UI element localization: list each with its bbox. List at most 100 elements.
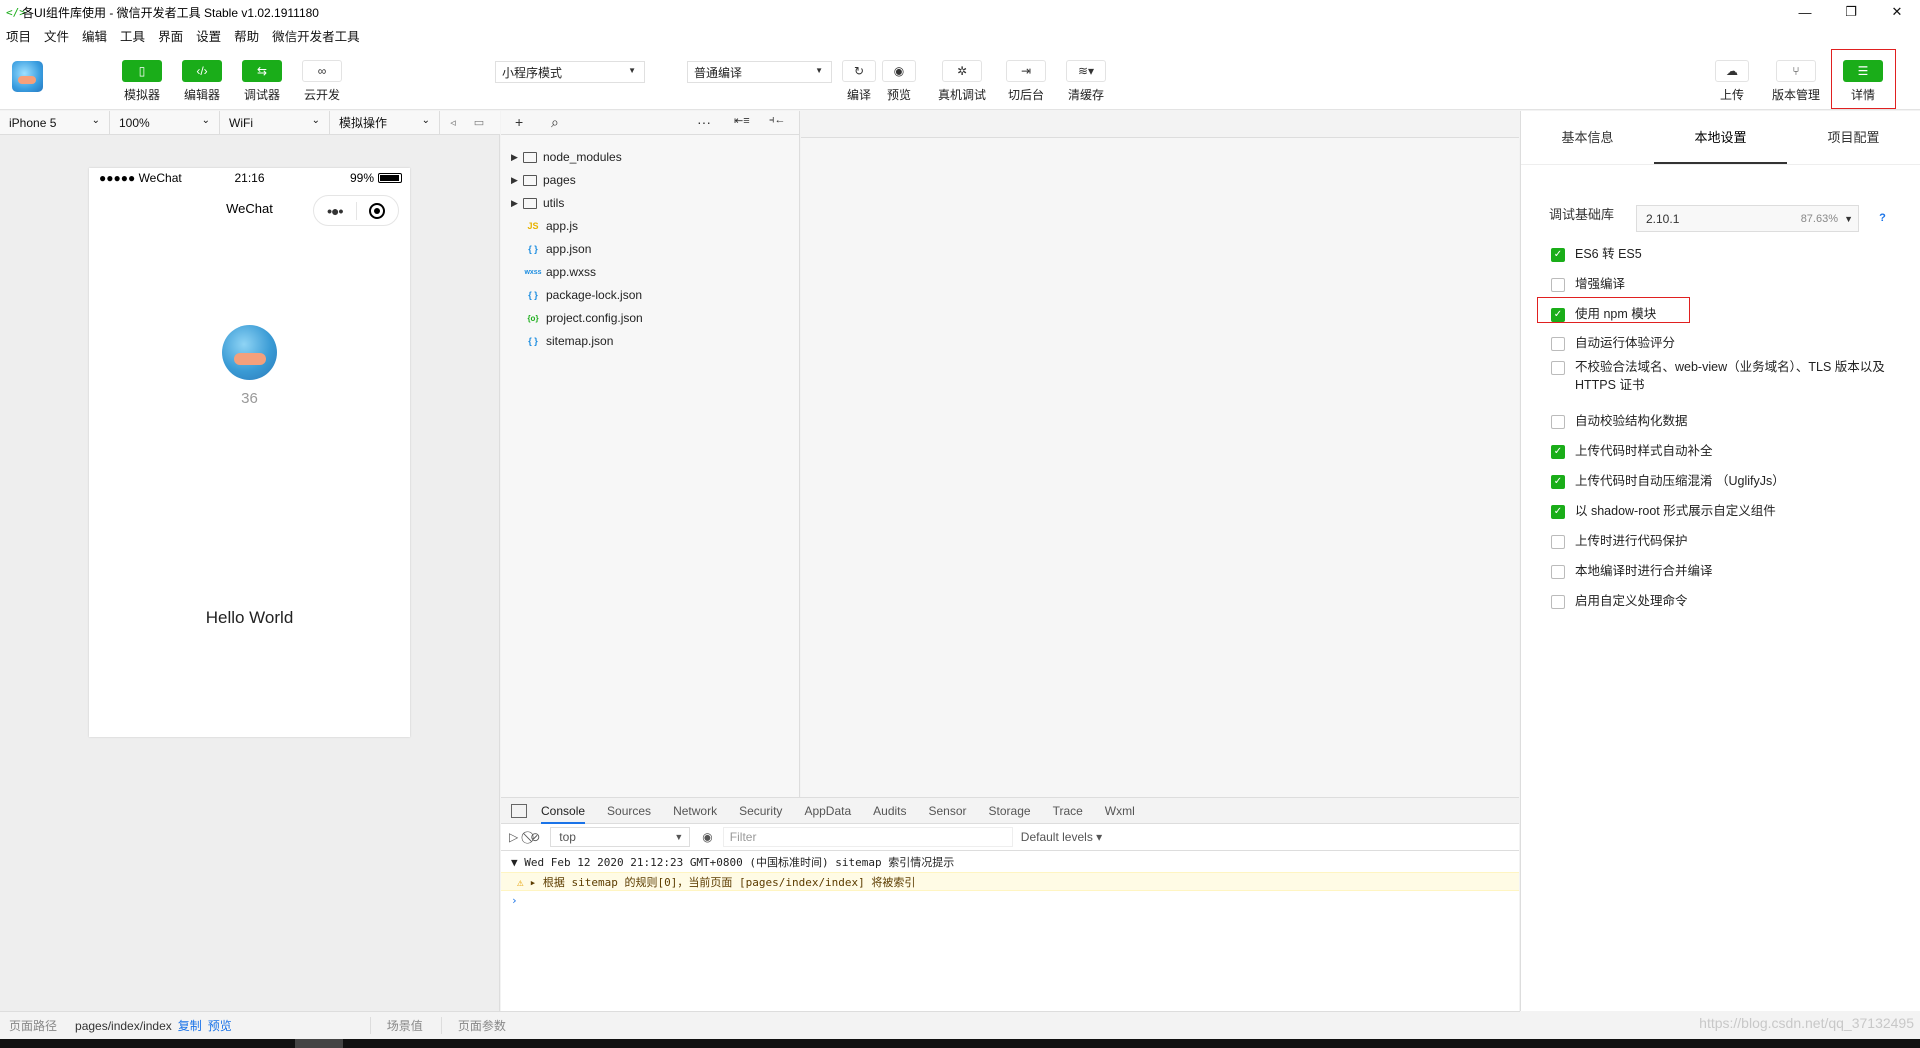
clear-cache-button[interactable]: ≋▾ 清缓存 — [1056, 60, 1116, 103]
tab-sources[interactable]: Sources — [607, 798, 651, 824]
preview-button[interactable]: ◉ 预览 — [869, 60, 929, 103]
checkbox-unchecked[interactable] — [1551, 337, 1565, 351]
tab-security[interactable]: Security — [739, 798, 782, 824]
log-levels-select[interactable]: Default levels ▾ — [1021, 830, 1102, 844]
menu-devtools[interactable]: 微信开发者工具 — [272, 26, 360, 45]
sidebar-toggle-icon[interactable]: ▷ — [509, 830, 518, 844]
checkbox-checked[interactable]: ✓ — [1551, 308, 1565, 322]
setting-option[interactable]: 上传时进行代码保护 — [1551, 532, 1891, 550]
setting-option[interactable]: ✓ 以 shadow-root 形式展示自定义组件 — [1551, 502, 1891, 520]
mute-icon[interactable]: ◃ — [440, 116, 466, 129]
console-warning[interactable]: ⚠ ▸ 根据 sitemap 的规则[0]，当前页面 [pages/index/i… — [501, 872, 1519, 891]
menu-tools[interactable]: 工具 — [120, 26, 145, 45]
more-icon[interactable]: ··· — [697, 114, 711, 130]
tree-folder-pages[interactable]: ▶ pages — [511, 170, 576, 190]
zoom-select[interactable]: 100% ⌄ — [110, 110, 220, 135]
menu-view[interactable]: 界面 — [158, 26, 183, 45]
console-filter-input[interactable]: Filter — [722, 827, 1013, 847]
tree-folder-node-modules[interactable]: ▶ node_modules — [511, 147, 622, 167]
debugger-button[interactable]: ⇆ 调试器 — [232, 60, 292, 103]
console-prompt[interactable]: › — [501, 891, 1519, 910]
device-select[interactable]: iPhone 5 ⌄ — [0, 110, 110, 135]
mode-select[interactable]: 小程序模式 ▼ — [495, 61, 645, 83]
tab-trace[interactable]: Trace — [1053, 798, 1083, 824]
setting-option[interactable]: 不校验合法域名、web-view（业务域名）、TLS 版本以及 HTTPS 证书 — [1551, 358, 1891, 394]
tab-sensor[interactable]: Sensor — [929, 798, 967, 824]
code-editor[interactable] — [801, 111, 1519, 797]
tab-project-config[interactable]: 项目配置 — [1787, 111, 1920, 164]
minimize-button[interactable]: — — [1782, 0, 1828, 24]
version-button[interactable]: ⑂ 版本管理 — [1766, 60, 1826, 103]
menu-edit[interactable]: 编辑 — [82, 26, 107, 45]
page-params-button[interactable]: 页面参数 — [440, 1017, 506, 1034]
checkbox-checked[interactable]: ✓ — [1551, 248, 1565, 262]
upload-button[interactable]: ☁ 上传 — [1702, 60, 1762, 103]
background-button[interactable]: ⇥ 切后台 — [996, 60, 1056, 103]
popout-icon[interactable]: ▭ — [466, 116, 492, 129]
tree-file-app-js[interactable]: JS app.js — [511, 216, 578, 236]
tree-file-app-json[interactable]: { } app.json — [511, 239, 591, 259]
tree-file-project-config[interactable]: {o} project.config.json — [511, 308, 642, 328]
checkbox-unchecked[interactable] — [1551, 361, 1565, 375]
base-library-select[interactable]: 2.10.1 87.63% ▼ — [1636, 205, 1859, 232]
search-icon[interactable]: ⌕ — [551, 114, 559, 131]
inspect-element-icon[interactable] — [511, 803, 527, 818]
tab-console[interactable]: Console — [541, 798, 586, 824]
tab-appdata[interactable]: AppData — [804, 798, 851, 824]
setting-option[interactable]: 自动校验结构化数据 — [1551, 412, 1891, 430]
tab-basic-info[interactable]: 基本信息 — [1521, 111, 1654, 164]
remote-debug-button[interactable]: ✲ 真机调试 — [932, 60, 992, 103]
phone-screen[interactable]: ●●●●● WeChat 21:16 99% WeChat •●• 36 Hel… — [89, 168, 410, 737]
menu-help[interactable]: 帮助 — [234, 26, 259, 45]
tab-network[interactable]: Network — [673, 798, 717, 824]
tab-wxml[interactable]: Wxml — [1105, 798, 1135, 824]
tab-local-settings[interactable]: 本地设置 — [1654, 111, 1787, 164]
context-select[interactable]: top ▼ — [550, 827, 691, 847]
checkbox-unchecked[interactable] — [1551, 535, 1565, 549]
copy-link[interactable]: 复制 — [178, 1017, 202, 1034]
checkbox-unchecked[interactable] — [1551, 595, 1565, 609]
close-button[interactable]: ✕ — [1874, 0, 1920, 24]
checkbox-checked[interactable]: ✓ — [1551, 475, 1565, 489]
compile-select[interactable]: 普通编译 ▼ — [687, 61, 832, 83]
setting-option[interactable]: 启用自定义处理命令 — [1551, 592, 1891, 610]
checkbox-unchecked[interactable] — [1551, 565, 1565, 579]
user-avatar[interactable] — [222, 325, 277, 380]
project-avatar[interactable] — [12, 61, 43, 92]
checkbox-unchecked[interactable] — [1551, 415, 1565, 429]
console-log-header[interactable]: ▼ Wed Feb 12 2020 21:12:23 GMT+0800 (中国标… — [501, 853, 1519, 872]
collapse-icon[interactable]: ⇤≡ — [734, 114, 750, 127]
checkbox-checked[interactable]: ✓ — [1551, 505, 1565, 519]
scene-value-button[interactable]: 场景值 — [369, 1017, 423, 1034]
setting-option[interactable]: ✓ 上传代码时自动压缩混淆 （UglifyJs） — [1551, 472, 1891, 490]
setting-option[interactable]: 自动运行体验评分 — [1551, 334, 1891, 352]
editor-button[interactable]: ‹/› 编辑器 — [172, 60, 232, 103]
tree-file-sitemap[interactable]: { } sitemap.json — [511, 331, 613, 351]
setting-option[interactable]: ✓ 上传代码时样式自动补全 — [1551, 442, 1891, 460]
eye-icon[interactable]: ◉ — [702, 830, 712, 844]
simulator-button[interactable]: ▯ 模拟器 — [112, 60, 172, 103]
setting-option[interactable]: 增强编译 — [1551, 275, 1891, 293]
tree-file-package-lock[interactable]: { } package-lock.json — [511, 285, 642, 305]
restore-button[interactable]: ❐ — [1828, 0, 1874, 24]
setting-option[interactable]: ✓ ES6 转 ES5 — [1551, 245, 1891, 263]
tree-folder-utils[interactable]: ▶ utils — [511, 193, 564, 213]
add-icon[interactable]: + — [515, 114, 523, 130]
more-icon[interactable]: •●• — [314, 203, 356, 219]
menu-settings[interactable]: 设置 — [196, 26, 221, 45]
setting-option[interactable]: ✓ 使用 npm 模块 — [1551, 305, 1891, 323]
setting-option[interactable]: 本地编译时进行合并编译 — [1551, 562, 1891, 580]
tab-audits[interactable]: Audits — [873, 798, 906, 824]
tree-file-app-wxss[interactable]: wxss app.wxss — [511, 262, 596, 282]
clear-console-icon[interactable]: ⃠⊘ — [530, 830, 540, 845]
checkbox-unchecked[interactable] — [1551, 278, 1565, 292]
checkbox-checked[interactable]: ✓ — [1551, 445, 1565, 459]
cloud-dev-button[interactable]: ∞ 云开发 — [292, 60, 352, 103]
menu-file[interactable]: 文件 — [44, 26, 69, 45]
close-miniprogram-icon[interactable] — [356, 202, 398, 219]
capsule-menu[interactable]: •●• — [313, 195, 399, 226]
network-select[interactable]: WiFi ⌄ — [220, 110, 330, 135]
preview-link[interactable]: 预览 — [208, 1017, 232, 1034]
menu-project[interactable]: 项目 — [6, 26, 31, 45]
operation-select[interactable]: 模拟操作 ⌄ — [330, 110, 440, 135]
